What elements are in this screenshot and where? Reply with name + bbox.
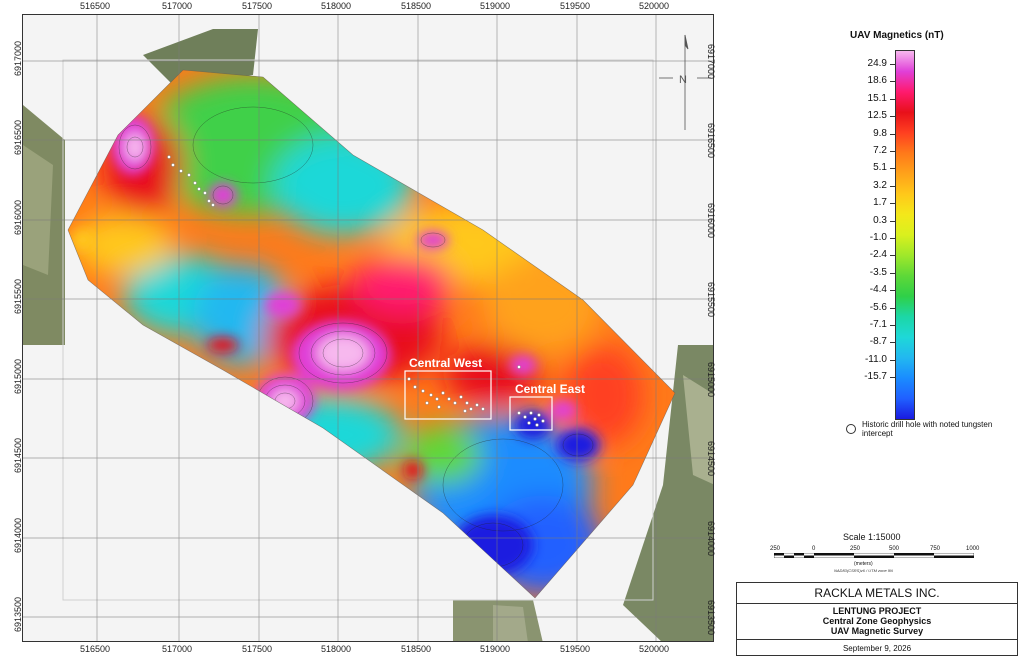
scale-bar xyxy=(774,553,974,558)
colorbar-value-label: -3.5 xyxy=(869,266,887,278)
easting-label: 519000 xyxy=(480,1,511,11)
scale-title: Scale 1:15000 xyxy=(843,532,901,542)
northing-label: 6914000 xyxy=(13,517,23,553)
colorbar-value-label: 15.1 xyxy=(867,92,887,104)
colorbar-tick xyxy=(890,185,895,187)
scale-tick-label: 250 xyxy=(850,546,861,552)
easting-label: 517000 xyxy=(162,644,193,654)
easting-label: 517000 xyxy=(162,1,193,11)
colorbar-tick xyxy=(890,168,895,170)
magnetic-field xyxy=(68,70,675,598)
colorbar-value-label: 5.1 xyxy=(873,162,887,174)
map-subtitle-1: Central Zone Geophysics xyxy=(822,616,932,626)
company-name: RACKLA METALS INC. xyxy=(737,583,1017,604)
colorbar-tick xyxy=(890,133,895,135)
colorbar-tick xyxy=(890,290,895,292)
northing-label: 6916500 xyxy=(706,123,716,159)
northing-label: 6914000 xyxy=(706,521,716,557)
colorbar-value-label: 18.6 xyxy=(867,75,887,87)
colorbar-value-label: 24.9 xyxy=(867,58,887,69)
colorbar-value-label: -11.0 xyxy=(864,353,887,365)
northing-label: 6915000 xyxy=(13,358,23,394)
central-west-label: Central West xyxy=(409,356,482,370)
colorbar-value-label: -15.7 xyxy=(864,371,887,383)
colorbar-value-label: 12.5 xyxy=(867,110,887,122)
northing-label: 6916000 xyxy=(706,203,716,239)
map-date: September 9, 2026 xyxy=(737,639,1017,657)
legend-panel: UAV Magnetics (nT) 24.9 18.6 15.1 12.5 9.8 7.… xyxy=(720,14,1020,574)
colorbar-tick xyxy=(890,238,895,239)
northing-label: 6917000 xyxy=(706,44,716,80)
colorbar-tick xyxy=(890,359,895,361)
scale-bar-block: Scale 1:15000 250 0 250 500 750 1000 (meters)… xyxy=(760,532,1000,580)
colorbar-tick xyxy=(890,377,895,379)
colorbar xyxy=(895,50,915,420)
easting-label: 518000 xyxy=(321,644,352,654)
colorbar-tick xyxy=(890,325,895,326)
scale-units: (meters) xyxy=(854,561,873,567)
colorbar-tick xyxy=(890,116,895,118)
easting-label: 516500 xyxy=(80,1,111,11)
project-name: LENTUNG PROJECT xyxy=(832,606,922,616)
northing-label: 6914500 xyxy=(13,437,23,473)
northing-label: 6917000 xyxy=(13,40,23,76)
colorbar-tick xyxy=(890,272,895,274)
easting-label: 518500 xyxy=(401,644,432,654)
northing-label: 6915500 xyxy=(706,282,716,318)
northing-label: 6914500 xyxy=(706,441,716,477)
easting-label: 517500 xyxy=(242,644,273,654)
drill-hole-icon xyxy=(846,424,856,434)
easting-label: 520000 xyxy=(639,644,670,654)
northing-label: 6916000 xyxy=(13,199,23,235)
north-arrow-icon: N xyxy=(659,34,711,130)
easting-label: 519500 xyxy=(560,1,591,11)
northing-label: 6913500 xyxy=(706,600,716,636)
easting-label: 519000 xyxy=(480,644,511,654)
scale-tick-label: 250 xyxy=(770,546,781,552)
colorbar-value-label: -4.4 xyxy=(869,284,887,296)
colorbar-tick xyxy=(890,342,895,344)
colorbar-tick xyxy=(890,64,895,65)
scale-tick-label: 1000 xyxy=(966,546,980,552)
drill-hole-label: Historic drill hole with noted tungsten … xyxy=(862,420,993,438)
colorbar-value-label: -5.6 xyxy=(869,301,887,313)
colorbar-value-label: 7.2 xyxy=(873,145,887,156)
colorbar-tick xyxy=(890,151,895,152)
magnetic-map: Central West Central East N xyxy=(23,15,713,641)
easting-label: 518000 xyxy=(321,1,352,11)
colorbar-value-label: -7.1 xyxy=(869,319,887,330)
easting-label: 520000 xyxy=(639,1,670,11)
colorbar-tick xyxy=(890,203,895,205)
colorbar-tick xyxy=(890,307,895,309)
title-block: RACKLA METALS INC. LENTUNG PROJECT Centr… xyxy=(736,582,1018,656)
easting-label: 518500 xyxy=(401,1,432,11)
colorbar-value-label: 3.2 xyxy=(873,179,887,191)
northing-label: 6915500 xyxy=(13,278,23,314)
northing-label: 6916500 xyxy=(13,119,23,155)
svg-text:N: N xyxy=(679,74,687,86)
colorbar-value-label: 1.7 xyxy=(873,197,887,209)
central-east-label: Central East xyxy=(515,382,585,396)
colorbar-value-label: 0.3 xyxy=(873,214,887,226)
scale-tick-label: 0 xyxy=(812,546,816,552)
map-frame: Central West Central East N xyxy=(22,14,714,642)
northing-label: 6913500 xyxy=(13,596,23,632)
colorbar-value-label: -8.7 xyxy=(869,336,887,348)
colorbar-value-label: -2.4 xyxy=(869,249,887,261)
colorbar-tick xyxy=(890,81,895,83)
easting-label: 516500 xyxy=(80,644,111,654)
colorbar-tick xyxy=(890,98,895,100)
scale-projection: NAD83(CSRS)v6 / UTM zone 9N xyxy=(834,568,893,573)
scale-tick-label: 750 xyxy=(930,546,941,552)
easting-label: 517500 xyxy=(242,1,273,11)
colorbar-value-label: 9.8 xyxy=(873,127,887,139)
northing-label: 6915000 xyxy=(706,362,716,398)
colorbar-value-label: -1.0 xyxy=(869,232,887,243)
colorbar-tick xyxy=(890,220,895,222)
scale-tick-label: 500 xyxy=(889,546,900,552)
easting-label: 519500 xyxy=(560,644,591,654)
legend-title: UAV Magnetics (nT) xyxy=(850,30,944,41)
map-subtitle-2: UAV Magnetic Survey xyxy=(830,626,924,636)
colorbar-tick xyxy=(890,255,895,257)
